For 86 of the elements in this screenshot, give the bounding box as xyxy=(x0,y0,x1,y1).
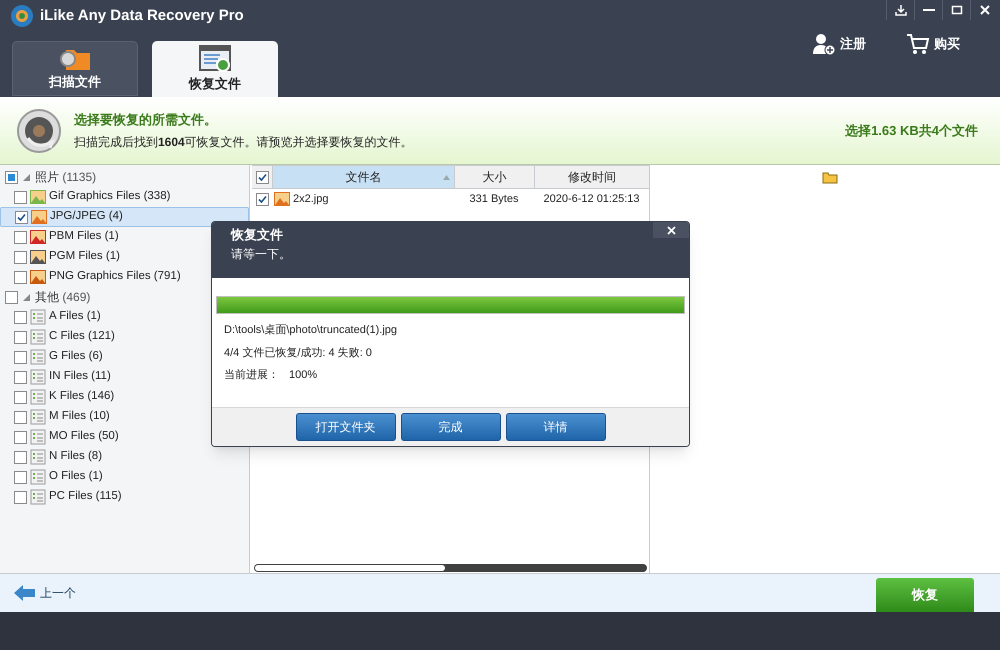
image-file-icon xyxy=(30,189,46,205)
tree-item[interactable]: N Files (8) xyxy=(0,447,249,467)
expand-arrow-icon[interactable] xyxy=(23,294,30,300)
document-icon xyxy=(30,429,46,445)
document-icon xyxy=(30,369,46,385)
dialog-button[interactable]: 完成 xyxy=(400,413,500,441)
document-restore-icon xyxy=(198,44,232,74)
folder-icon[interactable] xyxy=(822,171,838,184)
checkbox[interactable] xyxy=(14,430,27,444)
recover-disc-icon xyxy=(16,108,62,154)
tree-item[interactable]: PC Files (115) xyxy=(0,487,249,507)
checkbox[interactable] xyxy=(5,290,18,304)
dialog-button[interactable]: 详情 xyxy=(506,413,606,441)
document-icon xyxy=(30,489,46,505)
close-button[interactable] xyxy=(653,222,689,238)
checkbox[interactable] xyxy=(14,310,27,324)
column-header[interactable]: 大小 xyxy=(454,166,534,188)
modified-cell-text: 2020-6-12 01:25:13 xyxy=(542,192,641,207)
checkbox[interactable] xyxy=(14,410,27,424)
buy-link[interactable]: 购买 xyxy=(906,32,960,56)
checkbox[interactable] xyxy=(14,330,27,344)
dialog-button[interactable]: 打开文件夹 xyxy=(296,413,396,441)
image-file-icon xyxy=(31,209,47,225)
checkbox[interactable] xyxy=(256,170,268,184)
checkbox[interactable] xyxy=(14,470,27,484)
register-link[interactable]: 注册 xyxy=(812,32,866,56)
cart-icon xyxy=(906,32,930,56)
banner-message: 扫描完成后找到1604可恢复文件。请预览并选择要恢复的文件。 xyxy=(74,134,413,152)
checkbox[interactable] xyxy=(14,270,27,284)
progress-value: 100% xyxy=(289,368,318,383)
image-file-icon xyxy=(30,249,46,265)
tree-group-label[interactable]: 照片 (1135) xyxy=(35,168,96,186)
checkbox[interactable] xyxy=(14,490,27,504)
column-header[interactable]: 文件名 xyxy=(272,166,454,188)
progress-label: 当前进展： xyxy=(224,368,279,383)
tab[interactable]: 扫描文件 xyxy=(12,41,138,96)
checkbox[interactable] xyxy=(14,230,27,244)
document-icon xyxy=(30,309,46,325)
dialog-subtitle: 请等一下。 xyxy=(231,246,291,262)
tree-item[interactable]: PNG Graphics Files (791) xyxy=(0,267,249,287)
expand-arrow-icon[interactable] xyxy=(23,174,30,180)
tree-item[interactable]: O Files (1) xyxy=(0,467,249,487)
checkbox[interactable] xyxy=(14,390,27,404)
tree-item[interactable]: MO Files (50) xyxy=(0,427,249,447)
size-cell-text: 331 Bytes xyxy=(468,192,520,207)
checkbox[interactable] xyxy=(14,250,27,264)
file-path: D:\tools\桌面\photo\truncated(1).jpg xyxy=(224,322,398,338)
document-icon xyxy=(30,389,46,405)
document-icon xyxy=(30,449,46,465)
tree-item[interactable]: K Files (146) xyxy=(0,387,249,407)
image-file-icon xyxy=(274,191,290,207)
checkbox[interactable] xyxy=(14,450,27,464)
checkbox[interactable] xyxy=(15,210,28,224)
document-icon xyxy=(30,329,46,345)
checkbox[interactable] xyxy=(256,192,268,206)
banner-title: 选择要恢复的所需文件。 xyxy=(74,110,218,129)
tree-item[interactable]: JPG/JPEG (4) xyxy=(0,207,249,227)
close-icon xyxy=(666,226,676,234)
left-arrow-icon xyxy=(14,585,36,601)
document-icon xyxy=(30,349,46,365)
app-logo-icon xyxy=(10,4,34,28)
checkbox[interactable] xyxy=(14,350,27,364)
column-header[interactable]: 修改时间 xyxy=(534,166,649,188)
file-name-cell-text: 2x2.jpg xyxy=(293,192,328,207)
checkbox[interactable] xyxy=(14,190,27,204)
minimize-icon xyxy=(922,9,934,11)
checkbox[interactable] xyxy=(14,370,27,384)
tree-item[interactable]: M Files (10) xyxy=(0,407,249,427)
tree-group-label[interactable]: 其他 (469) xyxy=(35,288,90,306)
recovery-status: 4/4 文件已恢复/成功: 4 失败: 0 xyxy=(224,346,373,360)
selection-summary: 选择1.63 KB共4个文件 xyxy=(845,122,979,140)
back-button[interactable]: 上一个 xyxy=(14,584,76,602)
image-file-icon xyxy=(30,269,46,285)
maximize-icon xyxy=(950,4,962,16)
document-icon xyxy=(30,409,46,425)
dialog-title: 恢复文件 xyxy=(231,226,284,244)
horizontal-scrollbar[interactable] xyxy=(255,565,445,571)
checkbox[interactable] xyxy=(5,170,18,184)
image-file-icon xyxy=(30,229,46,245)
close-icon xyxy=(978,4,990,16)
document-icon xyxy=(30,469,46,485)
user-add-icon xyxy=(812,32,836,56)
window-title: iLike Any Data Recovery Pro xyxy=(40,6,244,26)
tab[interactable]: 恢复文件 xyxy=(152,41,278,97)
sort-arrow-icon xyxy=(443,174,450,180)
tree-item[interactable]: Gif Graphics Files (338) xyxy=(0,187,249,207)
